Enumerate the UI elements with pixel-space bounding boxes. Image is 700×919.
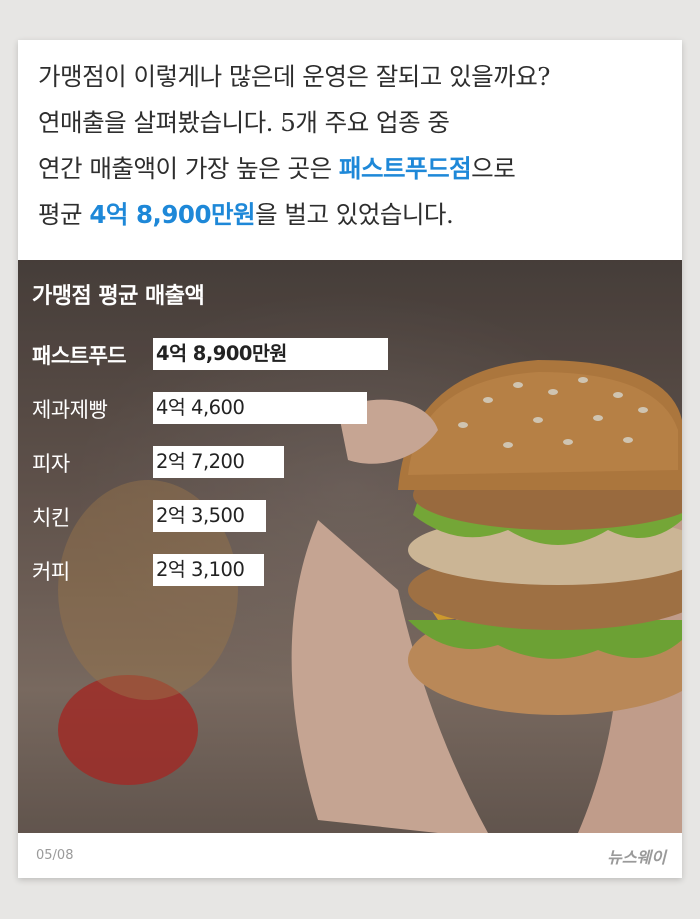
page-number: 05/08 <box>36 848 74 863</box>
intro-text: 가맹점이 이렇게나 많은데 운영은 잘되고 있을까요? 연매출을 살펴봤습니다.… <box>38 54 668 238</box>
intro-line-2: 연매출을 살펴봤습니다. 5개 주요 업종 중 <box>38 108 450 137</box>
bar-value-label: 4억 8,900만원 <box>156 342 287 365</box>
intro-highlight-fastfood: 패스트푸드점 <box>338 154 472 183</box>
intro-line-4: 평균 4억 8,900만원을 벌고 있었습니다. <box>38 192 668 238</box>
bar-value-label: 4억 4,600 <box>156 396 245 419</box>
category-label: 제과제빵 <box>32 398 108 422</box>
brand-logo: 뉴스웨이 <box>607 848 666 867</box>
chart-title: 가맹점 평균 매출액 <box>32 284 205 309</box>
bar-value-label: 2억 7,200 <box>156 450 245 473</box>
bar-value-label: 2억 3,100 <box>156 558 245 581</box>
category-label: 패스트푸드 <box>32 344 127 368</box>
bar-value-label: 2억 3,500 <box>156 504 245 527</box>
burger-photo-background: 가맹점 평균 매출액 패스트푸드 4억 8,900만원제과제빵 4억 4,600 피자… <box>18 260 682 833</box>
intro-line-4-post: 을 벌고 있었습니다. <box>255 200 454 229</box>
intro-highlight-revenue: 4억 8,900만원 <box>89 200 256 229</box>
intro-line-3-post: 으로 <box>471 154 516 183</box>
category-label: 치킨 <box>32 506 70 530</box>
intro-line-1: 가맹점이 이렇게나 많은데 운영은 잘되고 있을까요? <box>38 62 550 91</box>
category-label: 피자 <box>32 452 70 476</box>
intro-line-3: 연간 매출액이 가장 높은 곳은 패스트푸드점으로 <box>38 146 668 192</box>
intro-line-3-pre: 연간 매출액이 가장 높은 곳은 <box>38 154 339 183</box>
category-label: 커피 <box>32 560 70 584</box>
infographic-card: 가맹점이 이렇게나 많은데 운영은 잘되고 있을까요? 연매출을 살펴봤습니다.… <box>18 40 682 878</box>
intro-line-4-pre: 평균 <box>38 200 90 229</box>
